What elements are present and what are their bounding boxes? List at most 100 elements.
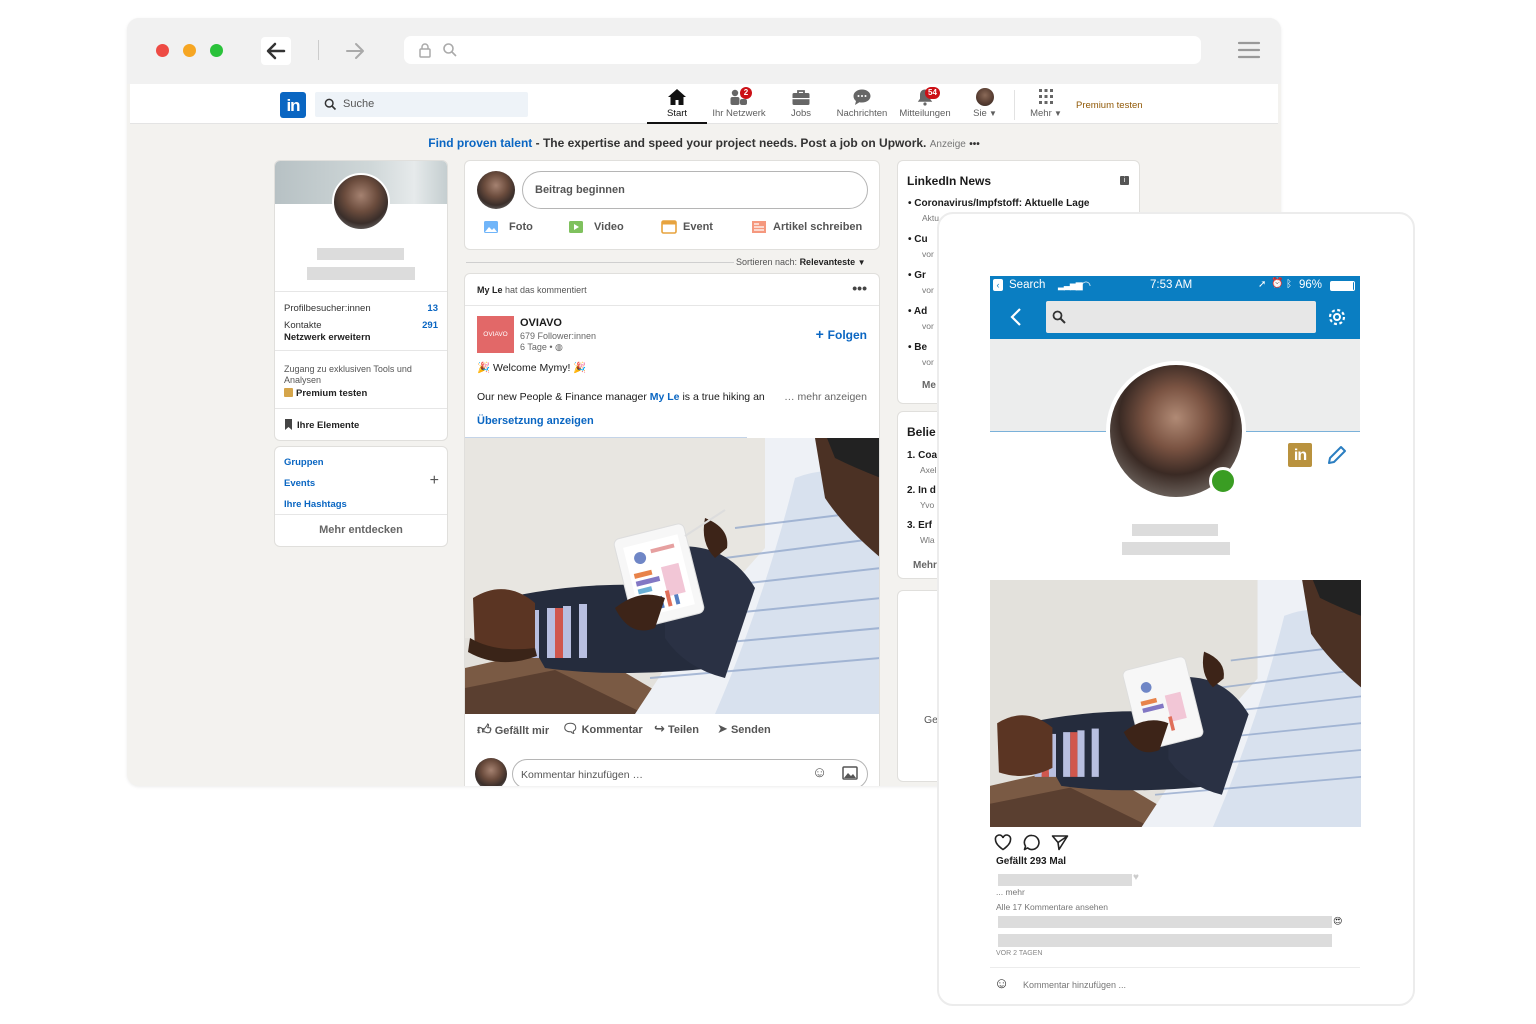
gear-icon[interactable]	[1326, 306, 1348, 328]
emoji-icon[interactable]: ☺	[812, 764, 827, 781]
image-icon[interactable]	[842, 766, 858, 780]
pencil-icon[interactable]	[1326, 444, 1348, 466]
status-back-label[interactable]: Search	[1009, 279, 1045, 291]
nav-label: Mehr	[1030, 108, 1052, 119]
company-name[interactable]: OVIAVO	[520, 317, 562, 329]
comment-bubble-icon[interactable]	[1023, 834, 1041, 851]
hamburger-menu-icon[interactable]	[1237, 40, 1261, 60]
news-item[interactable]: • Gr	[908, 270, 926, 281]
nav-me[interactable]: Sie ▼	[966, 84, 1004, 124]
follow-button[interactable]: + Folgen	[816, 326, 867, 342]
hashtags-link[interactable]: Ihre Hashtags	[284, 499, 347, 510]
app-search-input[interactable]	[1046, 301, 1316, 333]
address-bar[interactable]	[404, 36, 1201, 64]
video-button[interactable]: Video	[568, 221, 624, 233]
avatar-icon	[976, 88, 994, 106]
nav-start[interactable]: Start	[647, 84, 707, 124]
chevron-left-icon[interactable]	[1010, 307, 1022, 327]
add-event-icon[interactable]: +	[430, 472, 439, 490]
redacted-comment	[998, 916, 1332, 928]
post-photo[interactable]	[465, 438, 879, 714]
share-button[interactable]: ↪ Teilen	[654, 721, 699, 737]
ios-status-bar: ‹ Search ▂▃▅▆ ◠ 7:53 AM ➚ ⏰ ᛒ 96%	[990, 276, 1360, 295]
emoji-icon[interactable]: ☺	[994, 975, 1009, 992]
photo-man-with-tablet	[990, 580, 1361, 827]
sort-control[interactable]: Sortieren nach: Relevanteste ▼	[736, 257, 866, 267]
close-window-button[interactable]	[156, 44, 169, 57]
write-article-button[interactable]: Artikel schreiben	[751, 221, 862, 233]
news-item[interactable]: • Ad	[908, 306, 927, 317]
sort-label: Sortieren nach:	[736, 257, 798, 267]
company-logo[interactable]: OVIAVO	[477, 316, 514, 353]
redacted-name	[317, 248, 404, 260]
emoji-heart-eyes-icon: 😍	[1333, 916, 1343, 926]
news-sub: vor	[922, 249, 934, 259]
contacts-label[interactable]: Kontakte	[284, 320, 322, 331]
linkedin-logo[interactable]: in	[280, 92, 306, 118]
comment-button[interactable]: 🗨︎ Kommentar	[562, 721, 643, 737]
heart-icon[interactable]	[994, 834, 1012, 851]
premium-cta[interactable]: Premium testen	[284, 388, 367, 399]
view-comments-link[interactable]: Alle 17 Kommentare ansehen	[996, 902, 1108, 912]
news-item[interactable]: • Coronavirus/Impfstoff: Aktuelle Lage	[908, 198, 1090, 209]
course-item[interactable]: 2. In d	[907, 485, 936, 496]
contacts-count[interactable]: 291	[422, 320, 438, 331]
nav-more[interactable]: Mehr ▼	[1026, 84, 1066, 124]
heart-small-icon[interactable]: ♥	[1133, 872, 1139, 883]
send-icon[interactable]	[1051, 834, 1069, 851]
my-items-link[interactable]: Ihre Elemente	[284, 419, 359, 431]
back-button[interactable]	[261, 37, 291, 65]
events-link[interactable]: Events	[284, 478, 315, 489]
like-button[interactable]: 👍︎ Gefällt mir	[477, 721, 549, 738]
ad-more-button[interactable]: •••	[969, 139, 980, 150]
maximize-window-button[interactable]	[210, 44, 223, 57]
redacted-name	[1132, 524, 1218, 536]
search-input[interactable]: Suche	[315, 92, 528, 117]
courses-more-link[interactable]: Mehr	[913, 560, 937, 571]
likes-count[interactable]: Gefällt 293 Mal	[996, 856, 1066, 867]
divider	[275, 291, 447, 292]
mention-link[interactable]: My Le	[650, 391, 680, 403]
premium-link[interactable]: Premium testen	[1076, 100, 1143, 111]
visitors-count[interactable]: 13	[427, 303, 438, 314]
ad-separator: -	[532, 136, 543, 150]
groups-link[interactable]: Gruppen	[284, 457, 324, 468]
comment-input[interactable]: Kommentar hinzufügen ...	[1023, 980, 1126, 990]
event-button[interactable]: Event	[661, 220, 713, 234]
photo-icon	[484, 221, 498, 233]
send-icon: ➤	[717, 721, 728, 736]
ad-link[interactable]: Find proven talent	[428, 136, 532, 150]
post-menu-button[interactable]: •••	[852, 280, 867, 296]
nav-jobs[interactable]: Jobs	[781, 84, 821, 124]
minimize-window-button[interactable]	[183, 44, 196, 57]
course-item[interactable]: 1. Coa	[907, 450, 937, 461]
photo-button[interactable]: Foto	[483, 221, 533, 233]
info-icon[interactable]: i	[1120, 176, 1129, 185]
discover-more-button[interactable]: Mehr entdecken	[275, 524, 447, 536]
profile-avatar[interactable]	[332, 173, 390, 231]
nav-notifications[interactable]: 54 Mitteilungen	[895, 84, 955, 124]
start-post-input[interactable]: Beitrag beginnen	[522, 171, 868, 209]
course-item[interactable]: 3. Erf	[907, 520, 932, 531]
linkedin-badge-icon[interactable]: in	[1288, 443, 1312, 467]
back-to-app-icon[interactable]: ‹	[993, 279, 1003, 291]
news-headline: Cu	[914, 234, 928, 245]
expand-network-link[interactable]: Netzwerk erweitern	[284, 332, 371, 343]
visitors-label[interactable]: Profilbesucher:innen	[284, 303, 371, 314]
course-author: Wla	[920, 535, 935, 545]
nav-messages[interactable]: Nachrichten	[834, 84, 890, 124]
translate-link[interactable]: Übersetzung anzeigen	[477, 415, 594, 427]
premium-badge-icon	[284, 388, 293, 397]
nav-network[interactable]: 2 Ihr Netzwerk	[708, 84, 770, 124]
redacted-headline	[1122, 542, 1230, 555]
arrow-right-icon[interactable]	[340, 37, 370, 65]
instagram-photo[interactable]	[990, 580, 1361, 827]
caption-more-link[interactable]: ... mehr	[996, 887, 1025, 897]
send-button[interactable]: ➤ Senden	[717, 721, 771, 737]
actor-name[interactable]: My Le	[477, 285, 503, 295]
see-more-link[interactable]: … mehr anzeigen	[780, 391, 867, 403]
news-item[interactable]: • Cu	[908, 234, 928, 245]
news-more-link[interactable]: Me	[922, 380, 936, 391]
news-item[interactable]: • Be	[908, 342, 927, 353]
article-icon	[752, 221, 766, 233]
